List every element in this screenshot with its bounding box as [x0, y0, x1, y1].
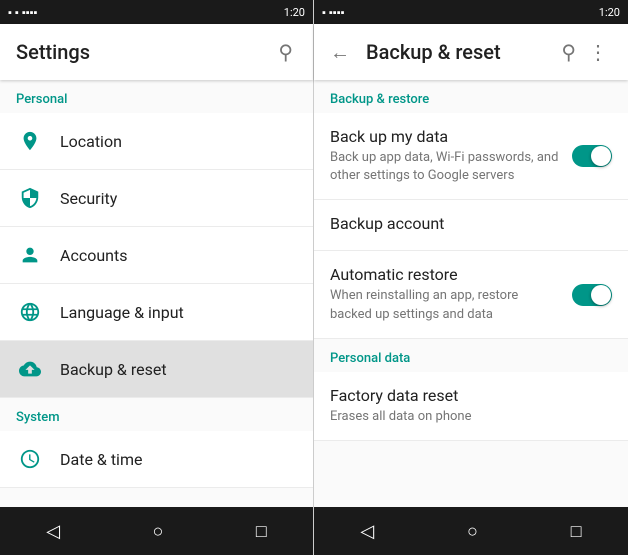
- security-label: Security: [60, 189, 297, 208]
- location-label: Location: [60, 132, 297, 151]
- wifi-icon: ▪: [15, 6, 19, 19]
- settings-panel: ▪ ▪ ▪▪▪▪ 1:20 Settings ⚲ Personal Locati…: [0, 0, 314, 555]
- backup-account-title: Backup account: [330, 214, 612, 233]
- accounts-icon: [16, 241, 44, 269]
- backup-data-subtitle: Back up app data, Wi-Fi passwords, and o…: [330, 149, 560, 185]
- backup-toolbar: ← Backup & reset ⚲ ⋮: [314, 24, 628, 80]
- section-personal: Personal: [0, 80, 313, 113]
- backup-label: Backup & reset: [60, 360, 297, 379]
- back-button-left[interactable]: ◁: [26, 513, 80, 550]
- nav-bar-left: ◁ ○ □: [0, 507, 313, 555]
- auto-restore-subtitle: When reinstalling an app, restore backed…: [330, 287, 560, 323]
- auto-restore-title: Automatic restore: [330, 265, 560, 284]
- settings-item-location[interactable]: Location: [0, 113, 313, 170]
- backup-list: Backup & restore Back up my data Back up…: [314, 80, 628, 507]
- factory-reset-subtitle: Erases all data on phone: [330, 408, 612, 426]
- auto-restore-toggle[interactable]: [572, 284, 612, 306]
- backup-data-item[interactable]: Back up my data Back up app data, Wi-Fi …: [314, 113, 628, 200]
- factory-reset-title: Factory data reset: [330, 386, 612, 405]
- backup-data-title: Back up my data: [330, 127, 560, 146]
- settings-item-language[interactable]: Language & input: [0, 284, 313, 341]
- backup-data-text: Back up my data Back up app data, Wi-Fi …: [330, 127, 560, 185]
- location-icon: [16, 127, 44, 155]
- language-label: Language & input: [60, 303, 297, 322]
- status-time-left: 1:20: [284, 6, 305, 19]
- status-bar-right: ▪ ▪▪▪▪ 1:20: [314, 0, 628, 24]
- section-backup-restore: Backup & restore: [314, 80, 628, 113]
- settings-item-accounts[interactable]: Accounts: [0, 227, 313, 284]
- clock-icon: [16, 445, 44, 473]
- back-arrow-icon[interactable]: ←: [330, 40, 350, 65]
- backup-data-toggle[interactable]: [572, 145, 612, 167]
- notification-icons: ▪▪▪▪: [22, 6, 38, 19]
- security-content: Security: [60, 189, 297, 208]
- backup-title: Backup & reset: [366, 40, 557, 64]
- status-icons-left: ▪ ▪ ▪▪▪▪: [8, 6, 37, 19]
- settings-list: Personal Location Security: [0, 80, 313, 507]
- sim-icon: ▪: [8, 6, 12, 19]
- sim-icon-right: ▪: [322, 6, 326, 19]
- backup-reset-panel: ▪ ▪▪▪▪ 1:20 ← Backup & reset ⚲ ⋮ Backup …: [314, 0, 628, 555]
- security-icon: [16, 184, 44, 212]
- auto-restore-item[interactable]: Automatic restore When reinstalling an a…: [314, 251, 628, 338]
- settings-item-datetime[interactable]: Date & time: [0, 431, 313, 488]
- nav-bar-right: ◁ ○ □: [314, 507, 628, 555]
- datetime-label: Date & time: [60, 450, 297, 469]
- accounts-label: Accounts: [60, 246, 297, 265]
- backup-content: Backup & reset: [60, 360, 297, 379]
- toggle-knob: [591, 146, 611, 166]
- language-icon: [16, 298, 44, 326]
- status-bar-left: ▪ ▪ ▪▪▪▪ 1:20: [0, 0, 313, 24]
- more-icon[interactable]: ⋮: [584, 36, 612, 68]
- wifi-icon-right: ▪▪▪▪: [329, 6, 345, 19]
- backup-account-text: Backup account: [330, 214, 612, 236]
- factory-reset-text: Factory data reset Erases all data on ph…: [330, 386, 612, 426]
- section-system: System: [0, 398, 313, 431]
- home-button-left[interactable]: ○: [133, 513, 184, 550]
- home-button-right[interactable]: ○: [447, 513, 498, 550]
- auto-restore-text: Automatic restore When reinstalling an a…: [330, 265, 560, 323]
- factory-reset-item[interactable]: Factory data reset Erases all data on ph…: [314, 372, 628, 441]
- search-icon-right[interactable]: ⚲: [557, 36, 580, 68]
- accounts-content: Accounts: [60, 246, 297, 265]
- settings-item-backup[interactable]: Backup & reset: [0, 341, 313, 398]
- status-icons-right: ▪ ▪▪▪▪: [322, 6, 345, 19]
- backup-icon: [16, 355, 44, 383]
- recent-button-right[interactable]: □: [551, 513, 602, 550]
- location-content: Location: [60, 132, 297, 151]
- datetime-content: Date & time: [60, 450, 297, 469]
- settings-item-security[interactable]: Security: [0, 170, 313, 227]
- recent-button-left[interactable]: □: [236, 513, 287, 550]
- section-personal-data: Personal data: [314, 339, 628, 372]
- language-content: Language & input: [60, 303, 297, 322]
- backup-account-item[interactable]: Backup account: [314, 200, 628, 251]
- search-icon[interactable]: ⚲: [274, 36, 297, 68]
- settings-toolbar: Settings ⚲: [0, 24, 313, 80]
- back-button-right[interactable]: ◁: [340, 513, 394, 550]
- status-time-right: 1:20: [599, 6, 620, 19]
- settings-title: Settings: [16, 40, 274, 64]
- toggle-knob-restore: [591, 285, 611, 305]
